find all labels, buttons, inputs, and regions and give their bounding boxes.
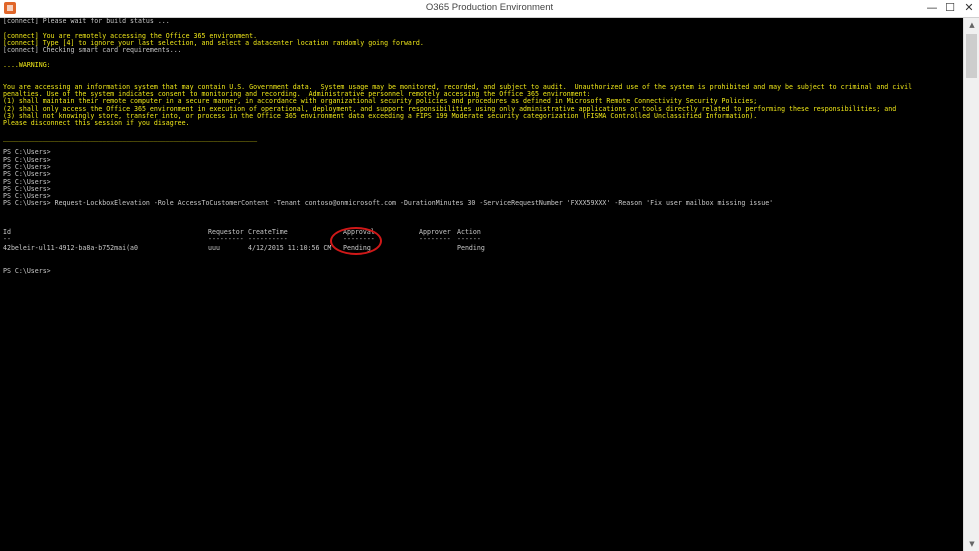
window-title: O365 Production Environment <box>425 2 554 13</box>
table-header-underline: -------- <box>419 235 451 243</box>
table-cell: Pending <box>457 244 485 252</box>
table-cell: 4/12/2015 11:10:56 CM <box>248 244 332 252</box>
scroll-down-icon[interactable]: ▼ <box>964 537 979 551</box>
scrollbar-thumb[interactable] <box>966 34 977 78</box>
console-line: PS C:\Users> <box>3 155 51 164</box>
table-cell: 42beleir-ul11-4912-ba8a-b752mai(a0 <box>3 244 138 252</box>
console-line: Please disconnect this session if you di… <box>3 119 190 128</box>
console-line: PS C:\Users> <box>3 170 51 179</box>
console-line: PS C:\Users> <box>3 148 51 157</box>
maximize-button[interactable]: ☐ <box>941 0 959 16</box>
console-output[interactable]: [connect] Please wait for build status .… <box>3 18 959 551</box>
table-header-underline: ---------- <box>248 235 288 243</box>
console-line: PS C:\Users> <box>3 162 51 171</box>
command-prompt[interactable]: PS C:\Users> <box>3 267 51 275</box>
title-bar[interactable]: O365 Production Environment — ☐ ✕ <box>0 0 979 18</box>
scroll-up-icon[interactable]: ▲ <box>964 18 979 32</box>
close-button[interactable]: ✕ <box>959 0 979 16</box>
table-cell: uuu <box>208 244 220 252</box>
minimize-button[interactable]: — <box>923 0 941 16</box>
table-header-underline: ------ <box>457 235 481 243</box>
console-line: PS C:\Users> <box>3 184 51 193</box>
console-line: [connect] Checking smart card requiremen… <box>3 46 182 55</box>
approval-highlight-circle <box>330 227 382 255</box>
console-line: ________________________________________… <box>3 133 258 142</box>
console-line: PS C:\Users> Request-LockboxElevation -R… <box>3 199 774 208</box>
table-header-underline: -- <box>3 235 11 243</box>
console-line: PS C:\Users> <box>3 177 51 186</box>
vertical-scrollbar[interactable]: ▲ ▼ <box>963 18 979 551</box>
powershell-window: O365 Production Environment — ☐ ✕ [conne… <box>0 0 979 551</box>
console-line: ....WARNING: <box>3 60 51 69</box>
table-header-underline: --------- <box>208 235 244 243</box>
console-line: [connect] Please wait for build status .… <box>3 18 170 25</box>
